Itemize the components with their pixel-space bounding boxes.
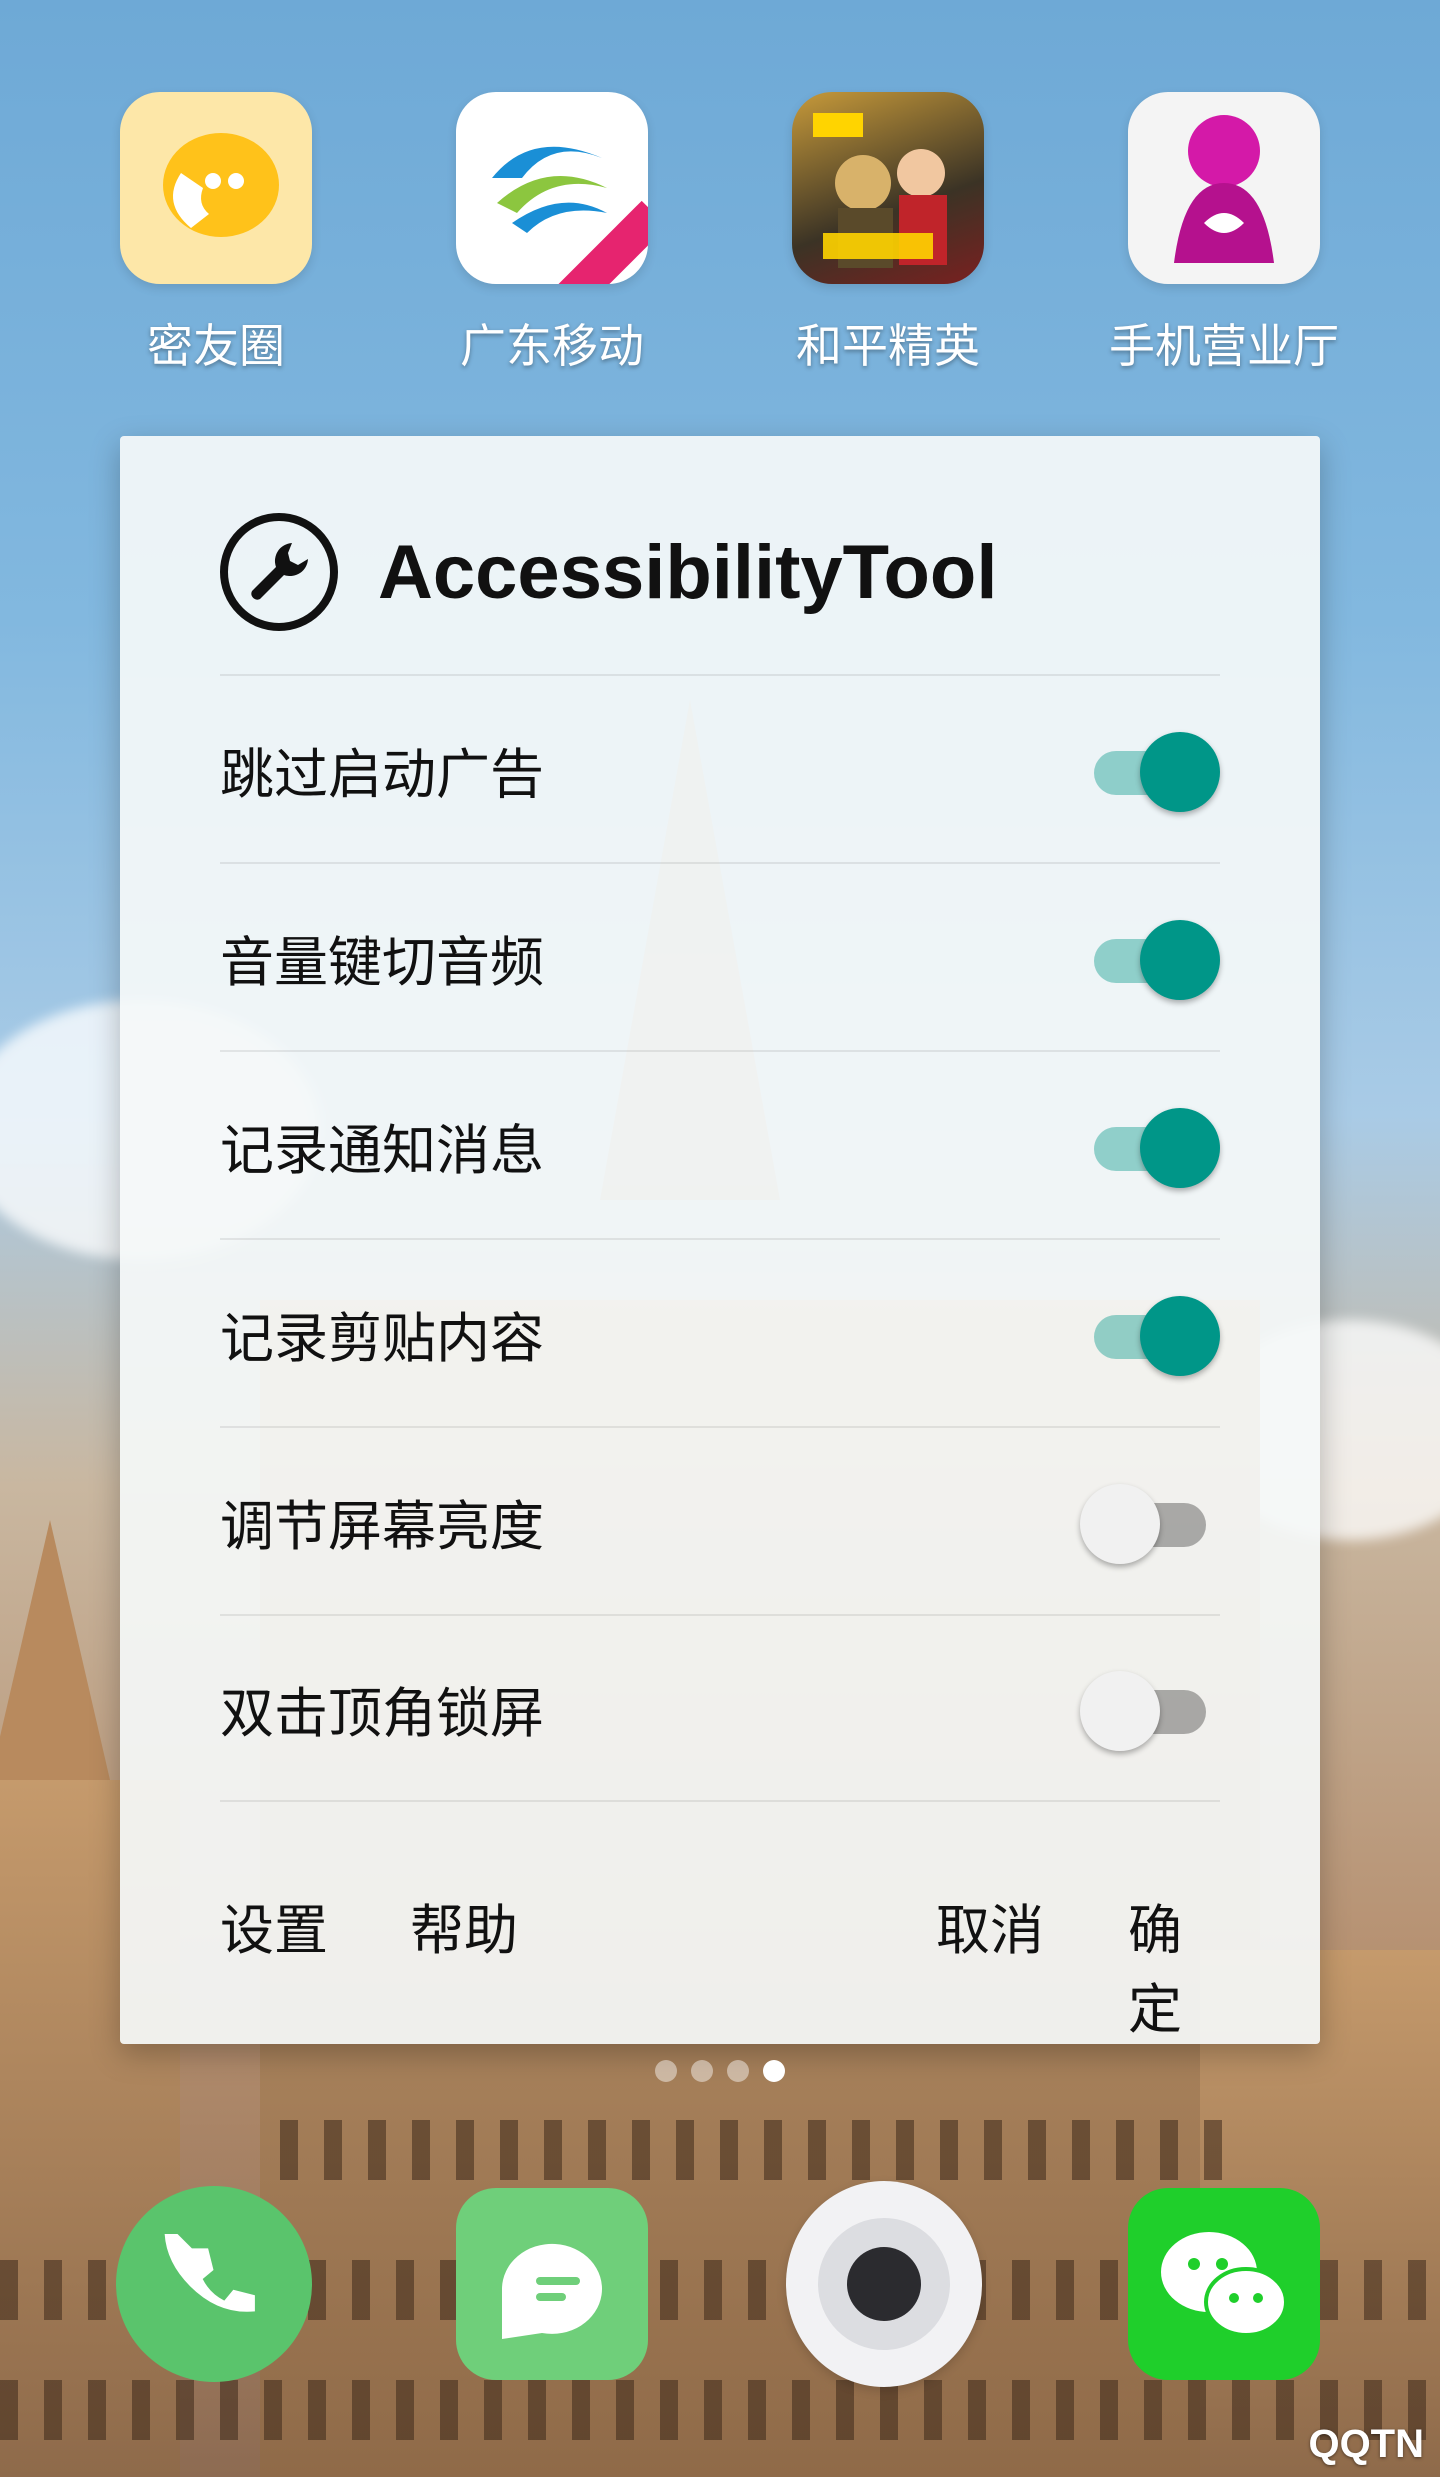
- app-guangdong-mobile[interactable]: 广东移动: [422, 92, 682, 376]
- dialog-title: AccessibilityTool: [378, 529, 998, 615]
- china-mobile-logo-icon: [456, 92, 648, 284]
- watermark-logo: QQTN: [1308, 2422, 1424, 2466]
- app-peacekeeper-elite[interactable]: 和平精英: [758, 92, 1018, 376]
- skip-ads-toggle[interactable]: [1080, 727, 1220, 812]
- double-tap-lock-toggle[interactable]: [1080, 1666, 1220, 1751]
- dialog-footer: 设置 帮助 取消 确定: [220, 1886, 1220, 2041]
- page-dot[interactable]: [727, 2060, 749, 2082]
- ok-button[interactable]: 确定: [1128, 1886, 1220, 2044]
- dock-wechat[interactable]: [1126, 2186, 1322, 2382]
- accessibility-dialog: AccessibilityTool 跳过启动广告 音量键切音频 记录通知消息 记…: [120, 436, 1320, 2044]
- app-mobile-business-hall[interactable]: 手机营业厅: [1094, 92, 1354, 376]
- page-dot-active[interactable]: [763, 2060, 785, 2082]
- help-button[interactable]: 帮助: [410, 1886, 518, 1965]
- record-notifications-toggle[interactable]: [1080, 1103, 1220, 1188]
- option-label: 双击顶角锁屏: [220, 1681, 544, 1745]
- app-label: 密友圈: [147, 319, 285, 373]
- wechat-icon: [1128, 2188, 1320, 2380]
- app-label: 手机营业厅: [1109, 319, 1339, 373]
- chat-bubble-phone-icon: [120, 92, 312, 284]
- phone-icon: [116, 2186, 312, 2382]
- app-label: 广东移动: [460, 319, 644, 373]
- option-label: 调节屏幕亮度: [220, 1494, 544, 1558]
- record-clipboard-toggle[interactable]: [1080, 1291, 1220, 1376]
- volume-key-audio-toggle[interactable]: [1080, 915, 1220, 1000]
- dock-phone[interactable]: [116, 2186, 312, 2382]
- option-label: 记录通知消息: [220, 1118, 544, 1182]
- option-adjust-brightness[interactable]: 调节屏幕亮度: [220, 1426, 1220, 1614]
- option-double-tap-lock[interactable]: 双击顶角锁屏: [220, 1614, 1220, 1802]
- page-dot[interactable]: [655, 2060, 677, 2082]
- app-label: 和平精英: [796, 319, 980, 373]
- camera-icon: [786, 2181, 982, 2387]
- page-indicator: [0, 2060, 1440, 2082]
- cancel-button[interactable]: 取消: [936, 1886, 1044, 1965]
- game-characters-icon: [792, 92, 984, 284]
- option-volume-key-audio[interactable]: 音量键切音频: [220, 862, 1220, 1050]
- option-label: 跳过启动广告: [220, 742, 544, 806]
- option-label: 记录剪贴内容: [220, 1306, 544, 1370]
- china-unicom-person-icon: [1128, 92, 1320, 284]
- wrench-icon: [220, 513, 338, 631]
- settings-button[interactable]: 设置: [220, 1886, 328, 1965]
- option-record-notifications[interactable]: 记录通知消息: [220, 1050, 1220, 1238]
- app-miyouquan[interactable]: 密友圈: [86, 92, 346, 376]
- option-skip-ads[interactable]: 跳过启动广告: [220, 674, 1220, 862]
- option-record-clipboard[interactable]: 记录剪贴内容: [220, 1238, 1220, 1426]
- dialog-header: AccessibilityTool: [220, 512, 997, 632]
- adjust-brightness-toggle[interactable]: [1080, 1479, 1220, 1564]
- messages-icon: [456, 2188, 648, 2380]
- dock-camera[interactable]: [786, 2181, 982, 2387]
- page-dot[interactable]: [691, 2060, 713, 2082]
- dock-messages[interactable]: [454, 2186, 650, 2382]
- option-label: 音量键切音频: [220, 930, 544, 994]
